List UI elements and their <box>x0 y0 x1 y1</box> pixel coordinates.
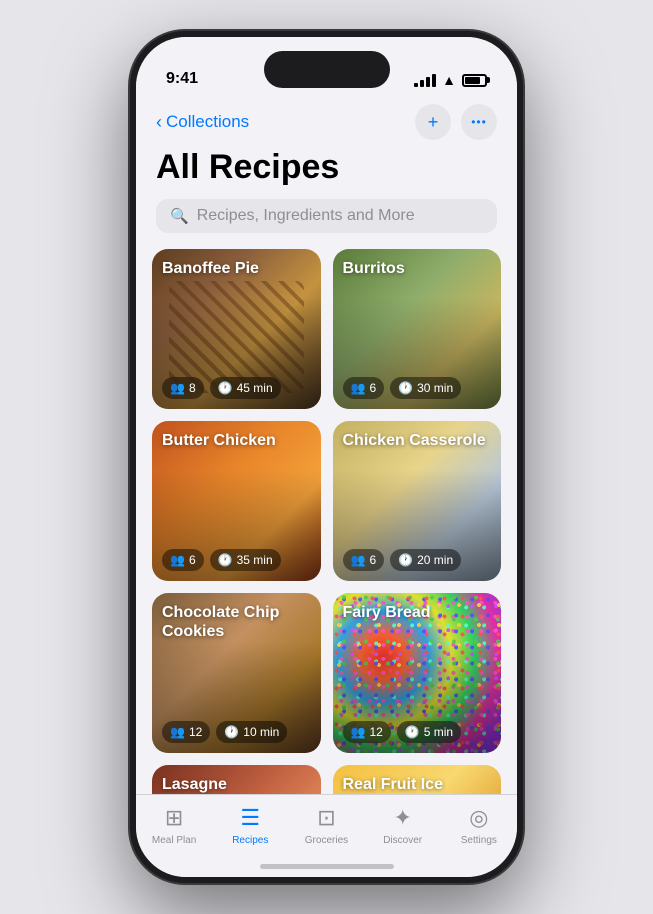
recipe-title-butter-chicken: Butter Chicken <box>162 431 276 450</box>
recipe-title-chocolate-chip-cookies: Chocolate Chip Cookies <box>162 603 305 641</box>
servings-pill-fairy-bread: 👥 12 <box>343 721 391 743</box>
back-label: Collections <box>166 112 249 132</box>
time-pill-chocolate-chip-cookies: 🕐 10 min <box>216 721 287 743</box>
page-title: All Recipes <box>136 144 517 199</box>
recipes-icon: ☰ <box>240 805 260 831</box>
tab-discover-label: Discover <box>383 835 422 846</box>
recipe-title-chicken-casserole: Chicken Casserole <box>343 431 486 450</box>
persons-icon: 👥 <box>170 553 185 567</box>
recipe-card-burritos[interactable]: Burritos 👥 6 🕐 30 min <box>333 249 502 409</box>
servings-pill-burritos: 👥 6 <box>343 377 385 399</box>
time-pill-banoffee-pie: 🕐 45 min <box>210 377 281 399</box>
tab-groceries[interactable]: ⊡ Groceries <box>296 805 356 846</box>
chevron-left-icon: ‹ <box>156 112 162 133</box>
clock-icon: 🕐 <box>224 725 239 739</box>
more-button[interactable]: ••• <box>461 104 497 140</box>
servings-pill-chocolate-chip-cookies: 👥 12 <box>162 721 210 743</box>
recipe-grid: Banoffee Pie 👥 8 🕐 45 min Burritos 👥 6 <box>136 249 517 794</box>
groceries-icon: ⊡ <box>317 805 335 831</box>
recipe-title-burritos: Burritos <box>343 259 405 278</box>
persons-icon: 👥 <box>351 725 366 739</box>
ellipsis-icon: ••• <box>471 115 487 129</box>
tab-discover[interactable]: ✦ Discover <box>373 805 433 846</box>
home-indicator <box>260 864 394 869</box>
recipe-title-lasagne: Lasagne <box>162 775 227 794</box>
clock-icon: 🕐 <box>398 553 413 567</box>
persons-icon: 👥 <box>351 381 366 395</box>
recipe-meta-burritos: 👥 6 🕐 30 min <box>343 377 462 399</box>
recipe-card-fairy-bread[interactable]: Fairy Bread 👥 12 🕐 5 min <box>333 593 502 753</box>
dynamic-island <box>264 51 390 88</box>
tab-settings-label: Settings <box>461 835 497 846</box>
servings-pill-chicken-casserole: 👥 6 <box>343 549 385 571</box>
nav-bar: ‹ Collections + ••• <box>136 96 517 144</box>
servings-pill-butter-chicken: 👥 6 <box>162 549 204 571</box>
time-pill-fairy-bread: 🕐 5 min <box>397 721 461 743</box>
recipe-meta-fairy-bread: 👥 12 🕐 5 min <box>343 721 462 743</box>
tab-settings[interactable]: ◎ Settings <box>449 805 509 846</box>
persons-icon: 👥 <box>351 553 366 567</box>
tab-meal-plan-label: Meal Plan <box>152 835 196 846</box>
time-pill-butter-chicken: 🕐 35 min <box>210 549 281 571</box>
servings-pill-banoffee-pie: 👥 8 <box>162 377 204 399</box>
time-pill-chicken-casserole: 🕐 20 min <box>390 549 461 571</box>
recipe-card-lasagne[interactable]: Lasagne 👥 8 🕐 40 min <box>152 765 321 794</box>
recipe-card-butter-chicken[interactable]: Butter Chicken 👥 6 🕐 35 min <box>152 421 321 581</box>
back-button[interactable]: ‹ Collections <box>156 112 249 133</box>
tab-recipes[interactable]: ☰ Recipes <box>220 805 280 846</box>
recipe-title-banoffee-pie: Banoffee Pie <box>162 259 259 278</box>
search-icon: 🔍 <box>170 207 189 225</box>
persons-icon: 👥 <box>170 381 185 395</box>
recipe-meta-banoffee-pie: 👥 8 🕐 45 min <box>162 377 281 399</box>
tab-recipes-label: Recipes <box>232 835 268 846</box>
nav-actions: + ••• <box>415 104 497 140</box>
tab-groceries-label: Groceries <box>305 835 348 846</box>
phone-shell: 9:41 ▲ ‹ Collections <box>130 31 523 883</box>
status-time: 9:41 <box>166 70 198 88</box>
recipe-meta-chocolate-chip-cookies: 👥 12 🕐 10 min <box>162 721 287 743</box>
add-button[interactable]: + <box>415 104 451 140</box>
clock-icon: 🕐 <box>218 381 233 395</box>
plus-icon: + <box>428 112 439 133</box>
clock-icon: 🕐 <box>405 725 420 739</box>
time-pill-burritos: 🕐 30 min <box>390 377 461 399</box>
recipe-card-real-fruit-ice-cream[interactable]: Real Fruit Ice Cream 👥 6 🕐 15 min <box>333 765 502 794</box>
clock-icon: 🕐 <box>218 553 233 567</box>
phone-screen: 9:41 ▲ ‹ Collections <box>136 37 517 877</box>
recipe-title-real-fruit-ice-cream: Real Fruit Ice Cream <box>343 775 486 794</box>
settings-icon: ◎ <box>469 805 488 831</box>
recipe-meta-butter-chicken: 👥 6 🕐 35 min <box>162 549 281 571</box>
meal-plan-icon: ⊞ <box>165 805 183 831</box>
recipe-card-banoffee-pie[interactable]: Banoffee Pie 👥 8 🕐 45 min <box>152 249 321 409</box>
recipe-title-fairy-bread: Fairy Bread <box>343 603 431 622</box>
discover-icon: ✦ <box>393 805 411 831</box>
status-icons: ▲ <box>414 72 487 88</box>
search-input[interactable]: Recipes, Ingredients and More <box>197 207 415 225</box>
signal-bars-icon <box>414 74 436 87</box>
battery-icon <box>462 74 487 87</box>
search-bar[interactable]: 🔍 Recipes, Ingredients and More <box>156 199 497 233</box>
tab-meal-plan[interactable]: ⊞ Meal Plan <box>144 805 204 846</box>
persons-icon: 👥 <box>170 725 185 739</box>
clock-icon: 🕐 <box>398 381 413 395</box>
recipe-card-chicken-casserole[interactable]: Chicken Casserole 👥 6 🕐 20 min <box>333 421 502 581</box>
recipe-meta-chicken-casserole: 👥 6 🕐 20 min <box>343 549 462 571</box>
recipe-card-chocolate-chip-cookies[interactable]: Chocolate Chip Cookies 👥 12 🕐 10 min <box>152 593 321 753</box>
wifi-icon: ▲ <box>442 72 456 88</box>
app-content: ‹ Collections + ••• All Recipes 🔍 Recipe… <box>136 96 517 794</box>
